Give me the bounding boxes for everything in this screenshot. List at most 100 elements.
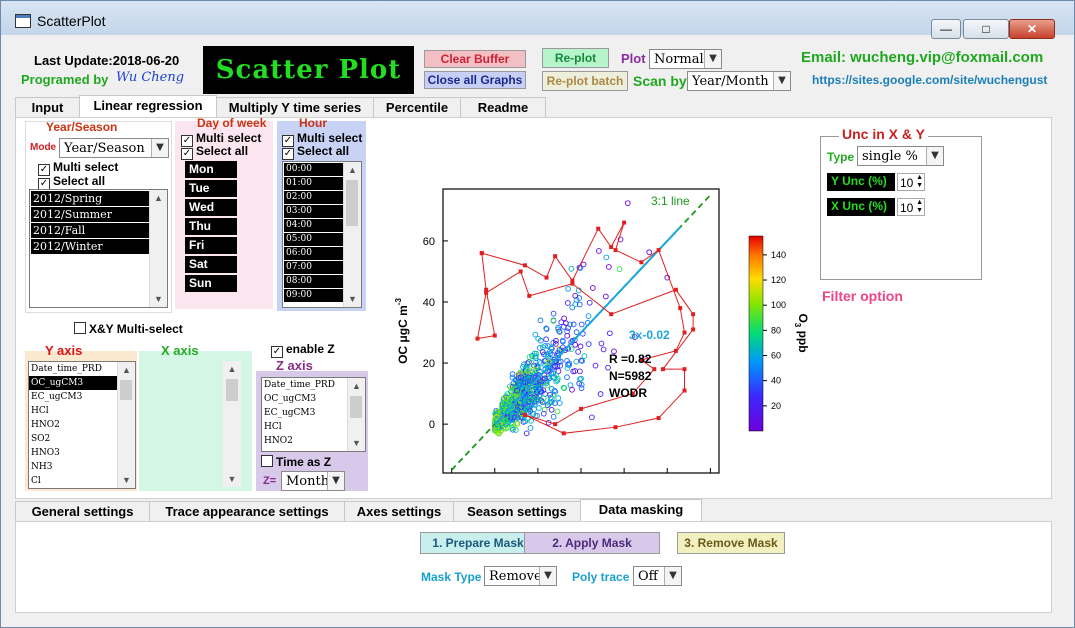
- unc-type-select[interactable]: single % ▼: [857, 146, 944, 166]
- year-select-all-checkbox[interactable]: ✓ Select all: [38, 174, 105, 190]
- scroll-thumb[interactable]: [226, 379, 238, 401]
- scroll-up-icon[interactable]: ▲: [348, 378, 365, 394]
- tab-multiply-y-time-series[interactable]: Multiply Y time series: [216, 97, 374, 118]
- scrollbar[interactable]: ▲ ▼: [149, 190, 167, 307]
- tab-readme[interactable]: Readme: [460, 97, 546, 118]
- apply-mask-button[interactable]: 2. Apply Mask: [524, 532, 660, 554]
- scrollbar[interactable]: ▲ ▼: [117, 362, 135, 488]
- list-item[interactable]: HNO3: [29, 446, 117, 460]
- list-item[interactable]: Tue: [185, 180, 237, 197]
- list-item[interactable]: 03:00: [284, 205, 343, 218]
- scrollbar[interactable]: ▲ ▼: [343, 162, 361, 307]
- tab-percentile[interactable]: Percentile: [373, 97, 461, 118]
- scroll-down-icon[interactable]: ▼: [150, 291, 167, 307]
- hour-select-all-checkbox[interactable]: ✓ Select all: [282, 144, 349, 160]
- list-item[interactable]: Thu: [185, 218, 237, 235]
- stepper-icon[interactable]: ▲ ▼: [916, 174, 923, 190]
- list-item[interactable]: HNO2: [262, 434, 347, 448]
- scroll-thumb[interactable]: [350, 396, 362, 418]
- list-item[interactable]: Sun: [185, 275, 237, 292]
- list-item[interactable]: Date_time_PRD: [262, 378, 347, 392]
- year-season-list[interactable]: 2012/Spring 2012/Summer 2012/Fall 2012/Wint…: [29, 189, 168, 308]
- scrollbar[interactable]: ▲ ▼: [223, 361, 241, 487]
- y-unc-input[interactable]: 10 ▲ ▼: [897, 173, 925, 191]
- mask-type-select[interactable]: Remove ▼: [484, 566, 557, 586]
- list-item[interactable]: EC_ugCM3: [29, 390, 117, 404]
- scroll-up-icon[interactable]: ▲: [344, 162, 361, 178]
- tab-general-settings[interactable]: General settings: [15, 501, 150, 522]
- scroll-thumb[interactable]: [120, 380, 132, 400]
- list-item[interactable]: Date_time_PRD: [29, 362, 117, 376]
- tab-axes-settings[interactable]: Axes settings: [344, 501, 454, 522]
- list-item[interactable]: 02:00: [284, 191, 343, 204]
- list-item[interactable]: NH3: [29, 460, 117, 474]
- list-item[interactable]: OC_ugCM3: [262, 392, 347, 406]
- scan-by-select[interactable]: Year/Month ▼: [687, 71, 791, 91]
- stepper-icon[interactable]: ▲ ▼: [916, 199, 923, 215]
- poly-trace-select[interactable]: Off ▼: [633, 566, 682, 586]
- scroll-down-icon[interactable]: ▼: [118, 472, 135, 488]
- replot-batch-button[interactable]: Re-plot batch: [542, 71, 628, 91]
- mask-polygon-vertex: [613, 248, 618, 253]
- scroll-up-icon[interactable]: ▲: [118, 362, 135, 378]
- xy-multi-select-checkbox[interactable]: X&Y Multi-select: [74, 322, 183, 336]
- day-of-week-list[interactable]: Mon Tue Wed Thu Fri Sat Sun: [185, 161, 237, 295]
- scrollbar[interactable]: ▲ ▼: [347, 378, 365, 451]
- list-item[interactable]: Sat: [185, 256, 237, 273]
- list-item[interactable]: HNO2: [29, 418, 117, 432]
- z-unit-select[interactable]: Month ▼: [281, 471, 345, 491]
- list-item[interactable]: 01:00: [284, 177, 343, 190]
- list-item[interactable]: 04:00: [284, 219, 343, 232]
- tab-season-settings[interactable]: Season settings: [453, 501, 581, 522]
- list-item[interactable]: 2012/Spring: [31, 191, 149, 206]
- list-item[interactable]: SO2: [29, 432, 117, 446]
- tab-data-masking[interactable]: Data masking: [580, 499, 702, 522]
- tab-input[interactable]: Input: [15, 97, 80, 118]
- list-item[interactable]: 2012/Fall: [31, 223, 149, 238]
- list-item[interactable]: Fri: [185, 237, 237, 254]
- scroll-up-icon[interactable]: ▲: [223, 361, 241, 377]
- day-select-all-checkbox[interactable]: ✓ Select all: [181, 144, 248, 160]
- website-link[interactable]: https://sites.google.com/site/wuchengust: [812, 73, 1047, 87]
- scroll-down-icon[interactable]: ▼: [344, 291, 361, 307]
- list-item[interactable]: HCl: [262, 420, 347, 434]
- hour-list[interactable]: 00:00 01:00 02:00 03:00 04:00 05:00 06:00 07:00…: [282, 161, 362, 308]
- list-item[interactable]: Mon: [185, 161, 237, 178]
- list-item[interactable]: 08:00: [284, 275, 343, 288]
- list-item[interactable]: Wed: [185, 199, 237, 216]
- list-item[interactable]: 06:00: [284, 247, 343, 260]
- y-unc-label: Y Unc (%): [827, 173, 895, 191]
- list-item[interactable]: 05:00: [284, 233, 343, 246]
- scroll-down-icon[interactable]: ▼: [223, 471, 241, 487]
- colorbar-tick-label: 80: [771, 325, 781, 335]
- y-axis-list[interactable]: Date_time_PRD OC_ugCM3 EC_ugCM3 HCl HNO2 SO2 H…: [28, 361, 136, 489]
- replot-button[interactable]: Re-plot: [542, 48, 609, 68]
- list-item[interactable]: EC_ugCM3: [262, 406, 347, 420]
- list-item[interactable]: HCl: [29, 404, 117, 418]
- plot-mode-select[interactable]: Normal ▼: [649, 49, 722, 69]
- scroll-thumb[interactable]: [346, 180, 358, 226]
- minimize-button[interactable]: —: [931, 19, 961, 39]
- list-item[interactable]: 00:00: [284, 163, 343, 176]
- z-axis-list[interactable]: Date_time_PRD OC_ugCM3 EC_ugCM3 HCl HNO2 ▲ ▼: [261, 377, 366, 452]
- prepare-mask-button[interactable]: 1. Prepare Mask: [420, 532, 536, 554]
- x-unc-input[interactable]: 10 ▲ ▼: [897, 198, 925, 216]
- time-as-z-checkbox[interactable]: Time as Z: [261, 455, 331, 469]
- list-item[interactable]: OC_ugCM3: [29, 376, 117, 390]
- list-item[interactable]: 2012/Summer: [31, 207, 149, 222]
- enable-z-checkbox[interactable]: ✓ enable Z: [271, 342, 335, 358]
- tab-linear-regression[interactable]: Linear regression: [79, 95, 217, 118]
- list-item[interactable]: 09:00: [284, 289, 343, 302]
- close-window-button[interactable]: ✕: [1009, 19, 1055, 39]
- tab-trace-appearance-settings[interactable]: Trace appearance settings: [149, 501, 345, 522]
- maximize-button[interactable]: □: [963, 19, 1009, 39]
- list-item[interactable]: Cl: [29, 474, 117, 488]
- remove-mask-button[interactable]: 3. Remove Mask: [677, 532, 785, 554]
- close-all-graphs-button[interactable]: Close all Graphs: [424, 71, 526, 89]
- scroll-down-icon[interactable]: ▼: [348, 435, 365, 451]
- mode-select[interactable]: Year/Season ▼: [59, 138, 169, 158]
- scroll-up-icon[interactable]: ▲: [150, 190, 167, 206]
- list-item[interactable]: 2012/Winter: [31, 239, 149, 254]
- clear-buffer-button[interactable]: Clear Buffer: [424, 50, 526, 68]
- list-item[interactable]: 07:00: [284, 261, 343, 274]
